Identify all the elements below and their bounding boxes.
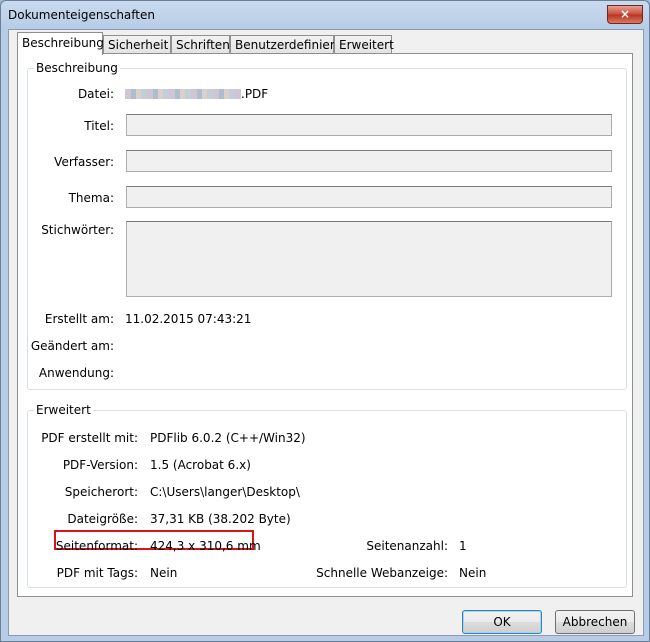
seitenanzahl-value: 1 [459,539,467,553]
speicherort-value: C:\Users\langer\Desktop\ [150,485,300,499]
tab-benutzerdefiniert[interactable]: Benutzerdefiniert [230,35,339,53]
anwendung-label: Anwendung: [38,366,114,380]
title-bar[interactable]: Dokumenteigenschaften × [1,1,649,29]
tab-page-beschreibung: Beschreibung Datei: .PDF Titel: Verfasse… [17,53,633,597]
ok-button[interactable]: OK [462,610,542,634]
thema-label: Thema: [68,191,114,205]
pdf-version-label: PDF-Version: [62,458,138,472]
pdf-tags-label: PDF mit Tags: [56,566,138,580]
group-beschreibung: Beschreibung Datei: .PDF Titel: Verfasse… [27,61,627,390]
pdf-tags-value: Nein [150,566,178,580]
pdf-version-value: 1.5 (Acrobat 6.x) [150,458,251,472]
erstellt-label: Erstellt am: [44,312,114,326]
seitenformat-value: 424,3 x 310,6 mm [150,539,261,553]
group-title-beschreibung: Beschreibung [34,61,120,75]
stichwoerter-label: Stichwörter: [41,223,114,237]
titel-field[interactable] [126,114,612,136]
verfasser-field[interactable] [126,150,612,172]
seitenanzahl-label: Seitenanzahl: [366,539,448,553]
dialog-client-area: Beschreibung Sicherheit Schriften Benutz… [8,29,644,636]
speicherort-label: Speicherort: [64,485,138,499]
window-title: Dokumenteigenschaften [8,8,155,22]
cancel-button[interactable]: Abbrechen [555,610,635,634]
geaendert-label: Geändert am: [30,339,114,353]
group-erweitert: Erweitert PDF erstellt mit: PDFlib 6.0.2… [27,403,627,588]
verfasser-label: Verfasser: [54,155,114,169]
redacted-filename [125,89,241,99]
thema-field[interactable] [126,186,612,208]
datei-value: .PDF [125,87,268,101]
seitenformat-label: Seitenformat: [55,539,138,553]
webanzeige-label: Schnelle Webanzeige: [316,566,448,580]
pdf-erstellt-label: PDF erstellt mit: [41,431,138,445]
webanzeige-value: Nein [459,566,487,580]
close-icon[interactable]: × [607,5,643,24]
datei-label: Datei: [77,87,114,101]
tab-beschreibung[interactable]: Beschreibung [17,32,104,55]
tab-sicherheit[interactable]: Sicherheit [103,35,171,53]
dateigroesse-label: Dateigröße: [67,512,138,526]
pdf-erstellt-value: PDFlib 6.0.2 (C++/Win32) [150,431,306,445]
dateigroesse-value: 37,31 KB (38.202 Byte) [150,512,291,526]
tab-erweitert[interactable]: Erweitert [334,35,394,53]
stichwoerter-field[interactable] [126,221,612,297]
tab-schriften[interactable]: Schriften [171,35,230,53]
document-properties-window: Dokumenteigenschaften × Beschreibung Sic… [0,0,650,642]
erstellt-value: 11.02.2015 07:43:21 [125,312,252,326]
titel-label: Titel: [84,119,114,133]
group-title-erweitert: Erweitert [34,403,93,417]
